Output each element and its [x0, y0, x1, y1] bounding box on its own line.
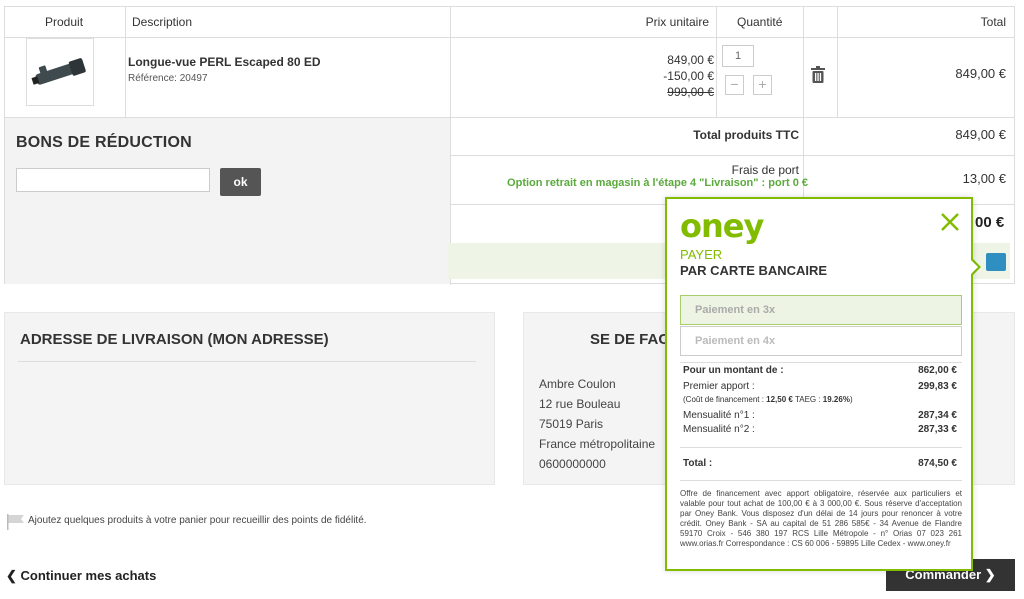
chevron-right-icon: ❯: [984, 567, 996, 582]
oney-payer-label: PAYER: [680, 247, 723, 262]
divider: [18, 361, 476, 362]
product-name[interactable]: Longue-vue PERL Escaped 80 ED: [128, 55, 321, 69]
total-products-label: Total produits TTC: [693, 128, 799, 142]
shipping-value: 13,00 €: [962, 171, 1006, 186]
flag-icon: [7, 514, 24, 530]
header-total: Total: [980, 15, 1006, 29]
divider: [450, 155, 1014, 156]
quantity-increase-button[interactable]: +: [753, 75, 772, 95]
divider: [125, 7, 126, 117]
product-image[interactable]: [26, 38, 94, 106]
coupon-input[interactable]: [16, 168, 210, 192]
total-products-value: 849,00 €: [955, 127, 1006, 142]
divider: [5, 37, 1014, 38]
oney-popup: oney PAYER PAR CARTE BANCAIRE Paiement e…: [665, 197, 973, 571]
installment-1-label: Mensualité n°1 :: [683, 410, 755, 421]
coupon-title: BONS DE RÉDUCTION: [16, 134, 192, 151]
divider: [837, 7, 838, 117]
unit-price: 849,00 €: [667, 53, 714, 67]
shipping-note: Option retrait en magasin à l'étape 4 "L…: [507, 177, 808, 189]
old-price: 999,00 €: [667, 85, 714, 99]
payment-4x-option[interactable]: Paiement en 4x: [680, 326, 962, 356]
payment-3x-option[interactable]: Paiement en 3x: [680, 295, 962, 325]
quantity-input[interactable]: 1: [722, 45, 754, 67]
billing-street: 12 rue Bouleau: [539, 397, 621, 411]
billing-phone: 0600000000: [539, 457, 606, 471]
billing-address-title: SE DE FAC: [590, 331, 670, 348]
header-prix-unitaire: Prix unitaire: [645, 15, 709, 29]
coupon-ok-button[interactable]: ok: [220, 168, 261, 196]
financing-cost-amount: 12,50 €: [766, 395, 793, 404]
spotting-scope-icon: [31, 58, 86, 85]
first-payment-label: Premier apport :: [683, 381, 755, 392]
divider: [680, 362, 962, 363]
line-total: 849,00 €: [955, 66, 1006, 81]
taeg-value: 19.26%: [822, 395, 850, 404]
financing-cost-prefix: (Coût de financement :: [683, 395, 767, 404]
oney-info-icon[interactable]: [986, 253, 1006, 271]
financing-cost-note: (Coût de financement : 12,50 € TAEG : 19…: [683, 395, 853, 404]
header-description: Description: [132, 15, 193, 29]
header-quantite: Quantité: [737, 15, 783, 29]
divider: [680, 447, 962, 448]
installment-2-label: Mensualité n°2 :: [683, 424, 755, 435]
divider: [680, 480, 962, 481]
chevron-left-icon: ❮: [6, 568, 17, 583]
installment-2-value: 287,33 €: [918, 424, 957, 435]
billing-city: 75019 Paris: [539, 417, 604, 431]
oney-legal-text: Offre de financement avec apport obligat…: [680, 489, 962, 548]
shipping-label: Frais de port: [731, 163, 799, 177]
loyalty-message: Ajoutez quelques produits à votre panier…: [28, 515, 367, 526]
continue-shopping-link[interactable]: ❮ Continuer mes achats: [6, 568, 156, 584]
header-produit: Produit: [45, 15, 84, 29]
popup-arrow-inner: [969, 258, 978, 276]
trash-icon[interactable]: [811, 66, 825, 83]
divider: [716, 7, 717, 117]
product-reference: Référence: 20497: [128, 73, 208, 84]
financing-cost-suffix: ): [849, 395, 853, 404]
grand-total-partial: 00 €: [975, 214, 1005, 231]
total-label: Total :: [683, 458, 713, 469]
oney-logo: oney: [680, 207, 764, 245]
delivery-address-title: ADRESSE DE LIVRAISON (MON ADRESSE): [20, 331, 329, 348]
oney-card-label: PAR CARTE BANCAIRE: [680, 263, 828, 278]
installment-1-value: 287,34 €: [918, 410, 957, 421]
quantity-decrease-button[interactable]: −: [725, 75, 744, 95]
total-value: 874,50 €: [918, 458, 957, 469]
close-icon[interactable]: [939, 211, 961, 233]
continue-shopping-label: Continuer mes achats: [20, 568, 157, 583]
billing-country: France métropolitaine: [539, 437, 656, 451]
discount-amount: -150,00 €: [663, 69, 714, 83]
amount-value: 862,00 €: [918, 365, 957, 376]
first-payment-value: 299,83 €: [918, 381, 957, 392]
taeg-label: TAEG :: [792, 395, 823, 404]
amount-label: Pour un montant de :: [683, 365, 784, 376]
billing-name: Ambre Coulon: [539, 377, 616, 391]
